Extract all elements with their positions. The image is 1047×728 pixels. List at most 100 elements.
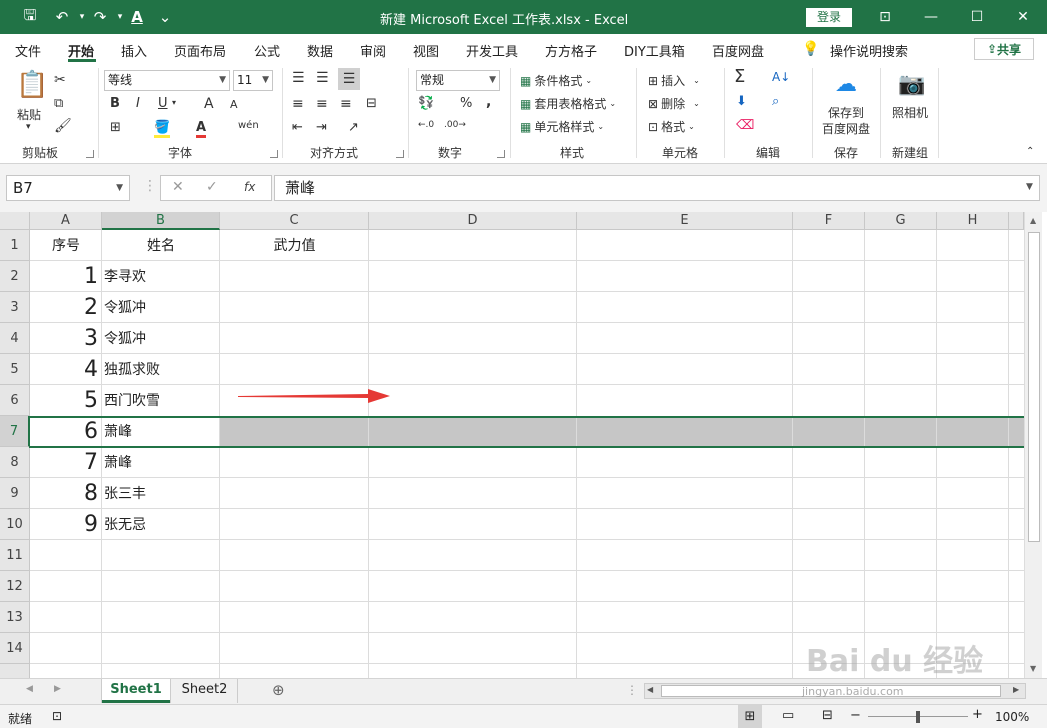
cell-b1[interactable]: 姓名 bbox=[102, 230, 220, 261]
camera-icon[interactable]: 📷 bbox=[898, 72, 925, 97]
lightbulb-icon[interactable]: 💡 bbox=[802, 41, 819, 57]
column-header-c[interactable]: C bbox=[220, 212, 369, 230]
align-bottom-icon[interactable]: ☰ bbox=[338, 68, 360, 90]
bold-button[interactable]: B bbox=[110, 96, 120, 111]
sort-filter-icon[interactable]: A↓ bbox=[772, 70, 790, 84]
row-header[interactable]: 1 bbox=[0, 230, 30, 261]
column-header-e[interactable]: E bbox=[577, 212, 793, 230]
orientation-icon[interactable]: ↗ bbox=[348, 120, 359, 135]
scroll-sheets-right-icon[interactable]: ▶ bbox=[54, 684, 61, 694]
column-header-f[interactable]: F bbox=[793, 212, 865, 230]
page-layout-view-icon[interactable]: ▭ bbox=[782, 708, 794, 723]
share-button[interactable]: ⇪ 共享 bbox=[974, 38, 1034, 60]
row-header[interactable]: 9 bbox=[0, 478, 30, 509]
column-header-a[interactable]: A bbox=[30, 212, 102, 230]
percent-button[interactable]: % bbox=[460, 96, 472, 111]
scroll-left-icon[interactable]: ◀ bbox=[647, 685, 653, 694]
borders-icon[interactable]: ⊞ bbox=[110, 120, 121, 135]
customize-qat-icon[interactable]: ⌄ bbox=[156, 6, 174, 28]
save-to-netdisk-line2[interactable]: 百度网盘 bbox=[822, 120, 870, 137]
undo-icon[interactable]: ↶ bbox=[50, 6, 74, 28]
cell-c1[interactable]: 武力值 bbox=[220, 230, 369, 261]
cell-a8[interactable]: 7 bbox=[30, 447, 102, 478]
cell-a10[interactable]: 9 bbox=[30, 509, 102, 540]
cell-b9[interactable]: 张三丰 bbox=[104, 478, 218, 509]
tab-view[interactable]: 视图 bbox=[413, 41, 439, 60]
cell-a5[interactable]: 4 bbox=[30, 354, 102, 385]
name-box[interactable]: B7 ▼ bbox=[6, 175, 130, 201]
tab-formulas[interactable]: 公式 bbox=[254, 41, 280, 60]
redo-icon[interactable]: ↷ bbox=[88, 6, 112, 28]
add-sheet-icon[interactable]: ⊕ bbox=[272, 681, 285, 699]
tell-me-search[interactable]: 操作说明搜索 bbox=[830, 41, 908, 60]
scroll-down-icon[interactable]: ▼ bbox=[1030, 664, 1036, 673]
row-header[interactable]: 11 bbox=[0, 540, 30, 571]
save-to-netdisk-line1[interactable]: 保存到 bbox=[828, 104, 864, 121]
expand-formula-bar-icon[interactable]: ▼ bbox=[1026, 182, 1033, 192]
increase-font-button[interactable]: A bbox=[204, 96, 214, 112]
decrease-font-button[interactable]: A bbox=[230, 98, 238, 111]
vertical-scroll-thumb[interactable] bbox=[1028, 232, 1040, 542]
column-header-d[interactable]: D bbox=[369, 212, 577, 230]
cell-b5[interactable]: 独孤求败 bbox=[104, 354, 218, 385]
macro-record-icon[interactable]: ⊡ bbox=[52, 709, 62, 723]
row-header-selected[interactable]: 7 bbox=[0, 416, 30, 447]
number-launcher-icon[interactable] bbox=[497, 150, 505, 158]
close-icon[interactable]: ✕ bbox=[1000, 0, 1046, 34]
zoom-in-icon[interactable]: + bbox=[972, 707, 983, 722]
zoom-out-icon[interactable]: − bbox=[850, 708, 861, 723]
tab-review[interactable]: 审阅 bbox=[360, 41, 386, 60]
merge-center-icon[interactable]: ⊟ bbox=[366, 96, 377, 111]
tab-file[interactable]: 文件 bbox=[15, 41, 41, 60]
cell-b10[interactable]: 张无忌 bbox=[104, 509, 218, 540]
column-header-h[interactable]: H bbox=[937, 212, 1009, 230]
decrease-decimal-icon[interactable]: .00→ bbox=[444, 120, 466, 130]
copy-icon[interactable]: ⧉ bbox=[54, 96, 63, 111]
baidu-netdisk-icon[interactable]: ☁ bbox=[835, 72, 857, 97]
minimize-icon[interactable]: — bbox=[908, 0, 954, 34]
align-center-icon[interactable]: ≡ bbox=[316, 96, 328, 112]
collapse-ribbon-icon[interactable]: ⌃ bbox=[1026, 146, 1034, 157]
zoom-slider-thumb[interactable] bbox=[916, 711, 920, 723]
format-cells-button[interactable]: ⊡ 格式 ⌄ bbox=[648, 118, 695, 135]
accounting-format-icon[interactable]: 💱 bbox=[418, 96, 434, 111]
row-header[interactable]: 10 bbox=[0, 509, 30, 540]
format-as-table-button[interactable]: ▦ 套用表格格式 ⌄ bbox=[520, 95, 616, 112]
cell-b8[interactable]: 萧峰 bbox=[104, 447, 218, 478]
font-color-icon[interactable]: A bbox=[196, 120, 207, 138]
fill-color-icon[interactable]: 🪣 bbox=[154, 120, 171, 138]
column-header-g[interactable]: G bbox=[865, 212, 937, 230]
align-right-icon[interactable]: ≡ bbox=[340, 96, 352, 112]
cancel-icon[interactable]: ✕ bbox=[172, 179, 184, 195]
paste-icon[interactable]: 📋 bbox=[16, 70, 48, 100]
login-button[interactable]: 登录 bbox=[806, 8, 852, 27]
cell-styles-button[interactable]: ▦ 单元格样式 ⌄ bbox=[520, 118, 604, 135]
row-header[interactable]: 3 bbox=[0, 292, 30, 323]
underline-dropdown-icon[interactable]: ▾ bbox=[172, 98, 176, 107]
row-header[interactable]: 2 bbox=[0, 261, 30, 292]
formula-input[interactable]: 萧峰 bbox=[274, 175, 1040, 201]
cell-a6[interactable]: 5 bbox=[30, 385, 102, 416]
font-size-combo[interactable]: 11 ▼ bbox=[233, 70, 273, 91]
cell-a9[interactable]: 8 bbox=[30, 478, 102, 509]
underline-button[interactable]: U bbox=[158, 96, 168, 111]
row-header[interactable] bbox=[0, 664, 30, 678]
decrease-indent-icon[interactable]: ⇤ bbox=[292, 120, 303, 135]
row-header[interactable]: 14 bbox=[0, 633, 30, 664]
clipboard-launcher-icon[interactable] bbox=[86, 150, 94, 158]
font-launcher-icon[interactable] bbox=[270, 150, 278, 158]
undo-dropdown-icon[interactable]: ▾ bbox=[76, 6, 88, 28]
comma-style-button[interactable]: , bbox=[486, 94, 491, 110]
redo-dropdown-icon[interactable]: ▾ bbox=[114, 6, 126, 28]
tab-developer[interactable]: 开发工具 bbox=[466, 41, 518, 60]
row-header[interactable]: 5 bbox=[0, 354, 30, 385]
increase-indent-icon[interactable]: ⇥ bbox=[316, 120, 327, 135]
vertical-scrollbar[interactable]: ▲ ▼ bbox=[1024, 212, 1042, 678]
font-name-combo[interactable]: 等线 ▼ bbox=[104, 70, 230, 91]
insert-function-icon[interactable]: fx bbox=[244, 180, 255, 194]
worksheet-grid[interactable]: A B C D E F G H 1 2 3 4 5 6 7 8 9 10 11 … bbox=[0, 212, 1047, 678]
tab-fangfang[interactable]: 方方格子 bbox=[545, 41, 597, 60]
cell-a2[interactable]: 1 bbox=[30, 261, 102, 292]
paste-dropdown-icon[interactable]: ▾ bbox=[26, 122, 31, 132]
phonetic-guide-button[interactable]: wén bbox=[238, 120, 259, 131]
